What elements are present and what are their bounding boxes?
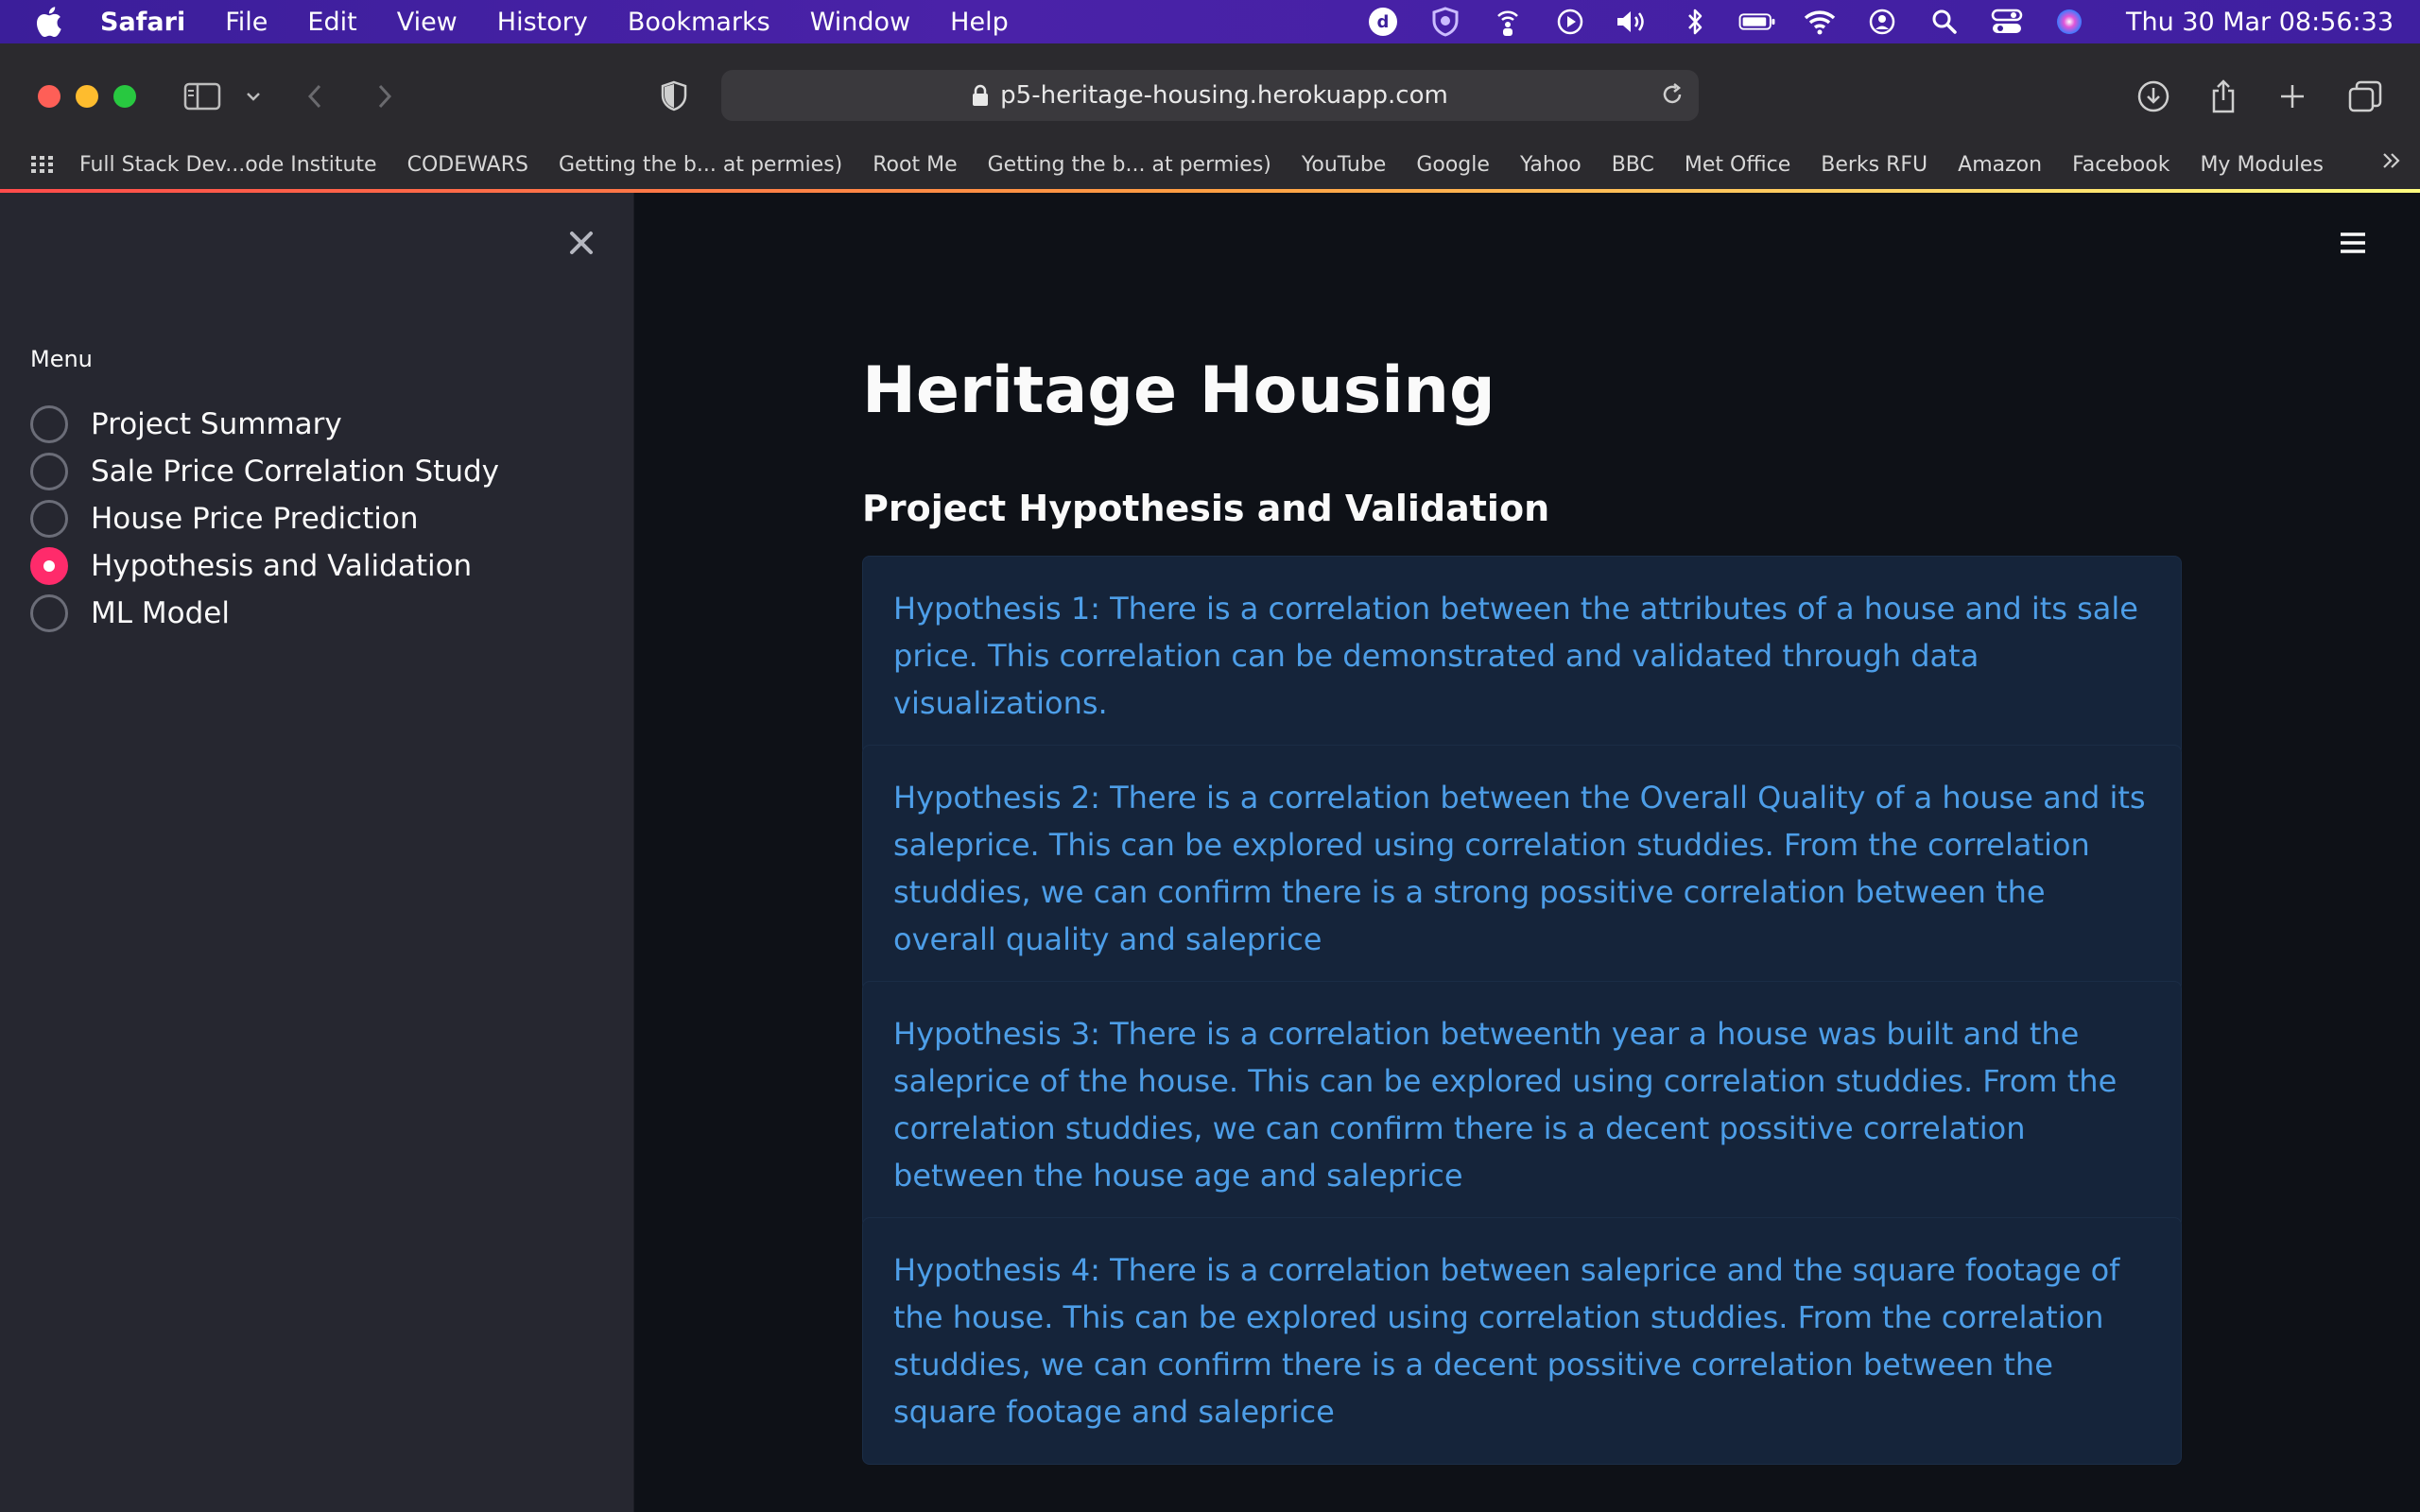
radio-option-label: Project Summary xyxy=(91,407,342,441)
radio-button[interactable] xyxy=(30,594,68,632)
hypothesis-info-box: Hypothesis 3: There is a correlation bet… xyxy=(862,981,2182,1228)
menu-file[interactable]: File xyxy=(225,8,268,37)
close-window-button[interactable] xyxy=(38,85,60,108)
play-circle-icon[interactable] xyxy=(1551,6,1589,38)
macos-menu-bar: Safari File Edit View History Bookmarks … xyxy=(0,0,2420,43)
radio-option-ml-model[interactable]: ML Model xyxy=(30,590,499,637)
hypothesis-info-box: Hypothesis 1: There is a correlation bet… xyxy=(862,556,2182,756)
navigation-radio-group: Project Summary Sale Price Correlation S… xyxy=(30,401,499,637)
lock-icon xyxy=(972,84,989,107)
radio-option-house-price-prediction[interactable]: House Price Prediction xyxy=(30,495,499,542)
bookmark-item[interactable]: Yahoo xyxy=(1520,153,1582,177)
bookmark-item[interactable]: Facebook xyxy=(2072,153,2169,177)
bookmarks-bar: Full Stack Dev...ode Institute CODEWARS … xyxy=(0,144,2420,185)
menu-window[interactable]: Window xyxy=(810,8,910,37)
reload-icon[interactable] xyxy=(1659,81,1685,114)
bookmark-item[interactable]: Met Office xyxy=(1685,153,1790,177)
siri-icon[interactable] xyxy=(2050,6,2088,38)
bookmark-item[interactable]: Google xyxy=(1416,153,1490,177)
radio-option-project-summary[interactable]: Project Summary xyxy=(30,401,499,448)
bookmark-item[interactable]: CODEWARS xyxy=(407,153,528,177)
hypothesis-text: Hypothesis 3: There is a correlation bet… xyxy=(893,1016,2118,1194)
bookmark-item[interactable]: Amazon xyxy=(1958,153,2042,177)
menu-app-name[interactable]: Safari xyxy=(100,8,185,37)
radio-button[interactable] xyxy=(30,453,68,490)
page-title: Heritage Housing xyxy=(862,353,1495,428)
minimize-window-button[interactable] xyxy=(76,85,98,108)
address-bar[interactable]: p5-heritage-housing.herokuapp.com xyxy=(721,70,1699,121)
main-content: Heritage Housing Project Hypothesis and … xyxy=(635,193,2420,1512)
sidebar-toggle-icon[interactable] xyxy=(183,76,221,117)
section-subtitle: Project Hypothesis and Validation xyxy=(862,488,1550,529)
hypothesis-info-box: Hypothesis 2: There is a correlation bet… xyxy=(862,745,2182,992)
chevron-double-right-icon[interactable] xyxy=(2380,149,2403,178)
menu-bookmarks[interactable]: Bookmarks xyxy=(628,8,770,37)
hypothesis-info-box: Hypothesis 4: There is a correlation bet… xyxy=(862,1217,2182,1465)
bookmark-item[interactable]: Getting the b... at permies) xyxy=(988,153,1271,177)
radio-option-label: House Price Prediction xyxy=(91,502,419,536)
forward-icon[interactable] xyxy=(372,76,395,117)
shield-icon[interactable] xyxy=(1426,6,1464,38)
url-text: p5-heritage-housing.herokuapp.com xyxy=(1000,81,1448,110)
grid-icon[interactable] xyxy=(30,155,55,174)
hamburger-menu-icon[interactable] xyxy=(2339,231,2367,259)
radio-option-label: Hypothesis and Validation xyxy=(91,549,473,583)
radio-button[interactable] xyxy=(30,500,68,538)
battery-icon[interactable] xyxy=(1738,6,1776,38)
new-tab-icon[interactable] xyxy=(2278,76,2307,117)
bookmark-item[interactable]: Getting the b... at permies) xyxy=(559,153,842,177)
menu-label: Menu xyxy=(30,346,93,372)
downloads-icon[interactable] xyxy=(2136,76,2170,117)
wifi-icon[interactable] xyxy=(1801,6,1839,38)
bookmark-item[interactable]: BBC xyxy=(1612,153,1654,177)
bluetooth-icon[interactable] xyxy=(1676,6,1714,38)
bookmark-item[interactable]: Root Me xyxy=(873,153,957,177)
user-circle-icon[interactable] xyxy=(1863,6,1901,38)
menubar-clock[interactable]: Thu 30 Mar 08:56:33 xyxy=(2126,8,2394,37)
bookmark-item[interactable]: YouTube xyxy=(1302,153,1386,177)
close-sidebar-icon[interactable] xyxy=(565,227,597,259)
radio-option-sale-price-correlation-study[interactable]: Sale Price Correlation Study xyxy=(30,448,499,495)
bookmark-item[interactable]: My Modules xyxy=(2200,153,2323,177)
d-icon[interactable]: d xyxy=(1364,6,1402,38)
hypothesis-text: Hypothesis 2: There is a correlation bet… xyxy=(893,780,2146,957)
volume-icon[interactable] xyxy=(1614,6,1651,38)
menu-edit[interactable]: Edit xyxy=(307,8,356,37)
bookmark-item[interactable]: Berks RFU xyxy=(1821,153,1927,177)
radio-button-selected[interactable] xyxy=(30,547,68,585)
svg-text:d: d xyxy=(1377,12,1390,32)
radio-option-label: ML Model xyxy=(91,596,230,630)
radio-button[interactable] xyxy=(30,405,68,443)
chevron-down-icon[interactable] xyxy=(244,76,263,117)
menu-help[interactable]: Help xyxy=(950,8,1009,37)
search-icon[interactable] xyxy=(1926,6,1963,38)
bookmark-item[interactable]: Full Stack Dev...ode Institute xyxy=(79,153,377,177)
radio-option-label: Sale Price Correlation Study xyxy=(91,455,499,489)
apple-icon[interactable] xyxy=(34,6,72,38)
person-wifi-icon[interactable] xyxy=(1489,6,1527,38)
hypothesis-text: Hypothesis 4: There is a correlation bet… xyxy=(893,1252,2120,1430)
radio-option-hypothesis-and-validation[interactable]: Hypothesis and Validation xyxy=(30,542,499,590)
menu-history[interactable]: History xyxy=(497,8,588,37)
fullscreen-window-button[interactable] xyxy=(113,85,136,108)
hypothesis-text: Hypothesis 1: There is a correlation bet… xyxy=(893,591,2138,721)
sidebar: Menu Project Summary Sale Price Correlat… xyxy=(0,193,634,1512)
share-icon[interactable] xyxy=(2208,76,2238,117)
back-icon[interactable] xyxy=(304,76,327,117)
tab-overview-icon[interactable] xyxy=(2348,76,2382,117)
privacy-shield-icon[interactable] xyxy=(660,76,688,117)
control-center-icon[interactable] xyxy=(1988,6,2026,38)
menu-view[interactable]: View xyxy=(397,8,458,37)
